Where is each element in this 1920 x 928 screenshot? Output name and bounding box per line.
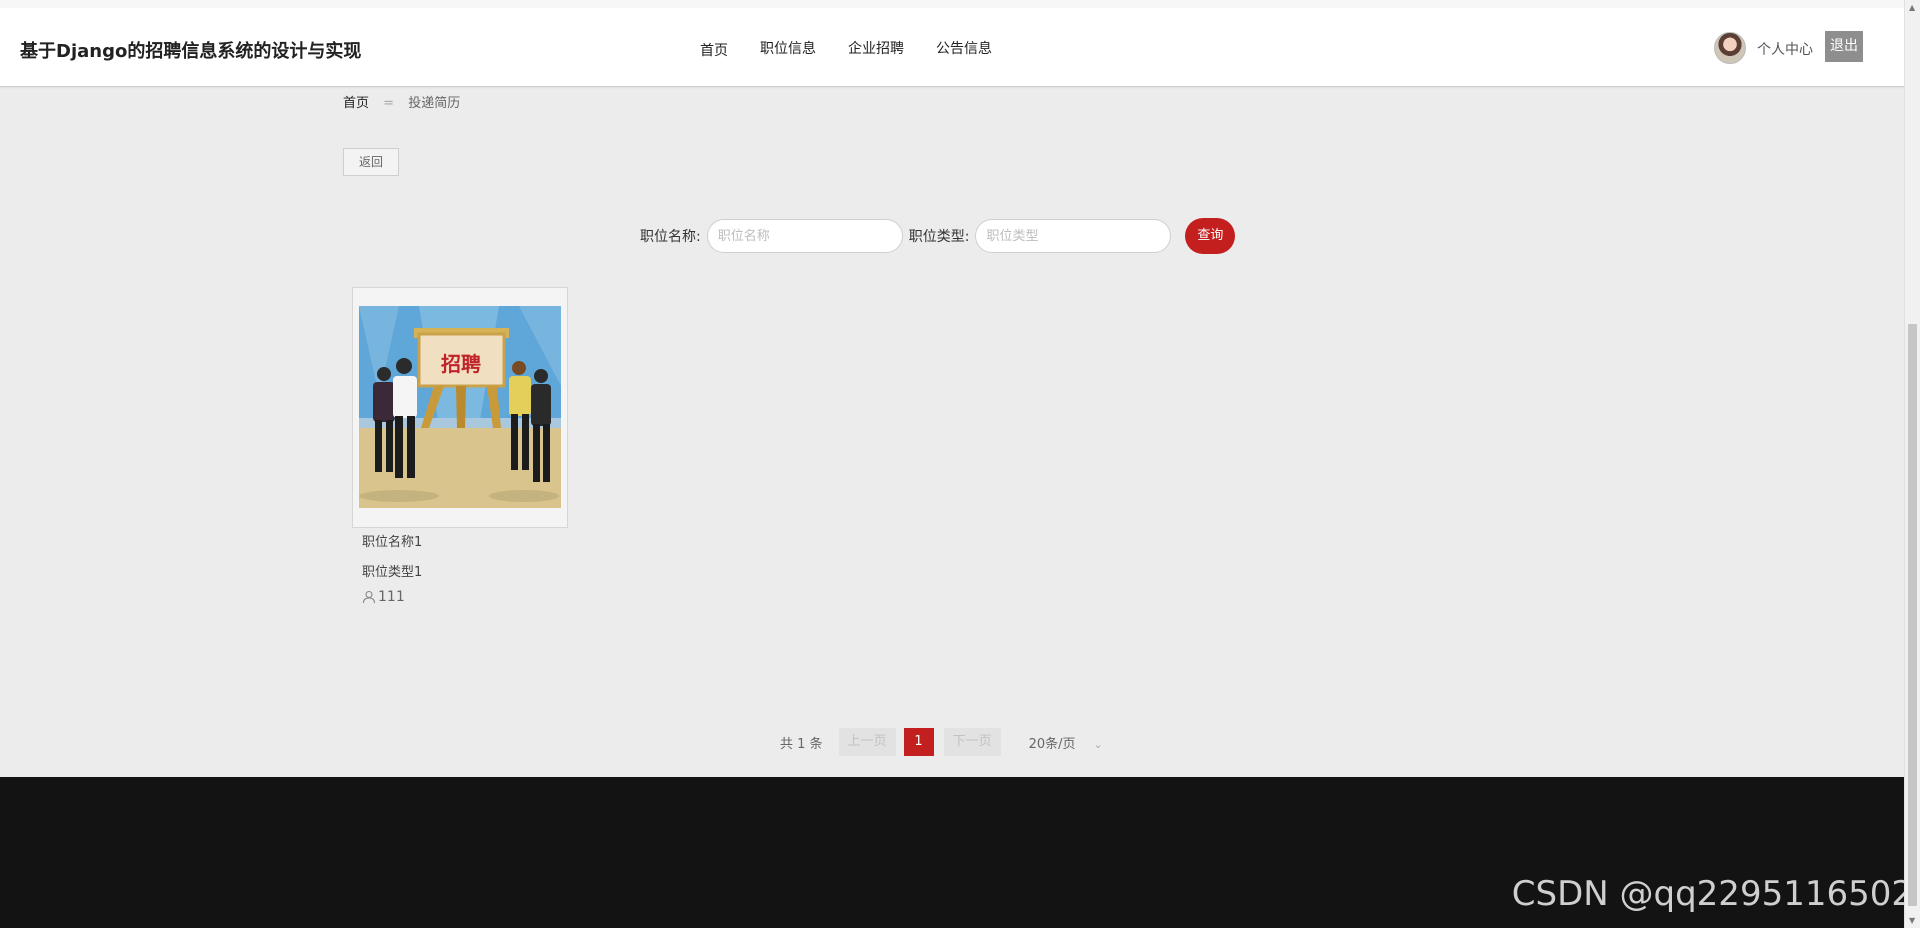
back-button[interactable]: 返回 [343,148,399,176]
scroll-down-arrow-icon[interactable]: ▼ [1909,916,1915,925]
page-size-select[interactable]: 20条/页 ⌄ [1029,733,1103,752]
job-card-image[interactable]: 招聘 [352,287,568,528]
next-page-button[interactable]: 下一页 [943,728,1001,756]
csdn-watermark: CSDN @qq2295116502 [1511,874,1913,914]
sign-text: 招聘 [441,352,481,376]
view-count-value: 111 [378,589,405,605]
chevron-down-icon: ⌄ [1093,737,1103,751]
job-name-text: 职位名称1 [362,535,423,550]
breadcrumb: 首页 = 投递简历 [343,92,460,111]
nav-company-recruit[interactable]: 企业招聘 [848,38,904,60]
nav-job-info[interactable]: 职位信息 [760,38,816,60]
job-type-text: 职位类型1 [362,565,423,580]
recruitment-illustration: 招聘 [359,306,561,508]
site-header: 基于Django的招聘信息系统的设计与实现 首页 职位信息 企业招聘 公告信息 … [0,8,1904,87]
scroll-up-arrow-icon[interactable]: ▲ [1909,3,1915,12]
query-button[interactable]: 查询 [1185,218,1236,254]
breadcrumb-current: 投递简历 [408,96,461,111]
job-card[interactable]: 招聘 职位名称1 职位类型1 111 [352,287,568,605]
avatar[interactable] [1714,32,1746,64]
main-nav: 首页 职位信息 企业招聘 公告信息 [700,38,1024,60]
pagination: 共 1 条 上一页 1 下一页 20条/页 ⌄ [780,728,1103,756]
scrollbar-thumb[interactable] [1908,324,1917,906]
personal-center-link[interactable]: 个人中心 [1757,39,1813,59]
breadcrumb-home[interactable]: 首页 [343,96,369,111]
search-bar: 职位名称: 职位类型: 查询 [640,218,1236,254]
job-name-label: 职位名称: [640,229,701,245]
job-type-label: 职位类型: [908,229,970,245]
job-name-input[interactable] [706,219,903,253]
logout-button[interactable]: 退出 [1825,31,1863,62]
job-type-input[interactable] [975,219,1172,253]
breadcrumb-separator: = [383,96,395,111]
nav-home[interactable]: 首页 [700,40,728,60]
pagination-total: 共 1 条 [780,736,823,752]
site-title: 基于Django的招聘信息系统的设计与实现 [20,41,362,62]
prev-page-button[interactable]: 上一页 [838,728,896,756]
page-1-button[interactable]: 1 [903,728,934,756]
user-icon [362,590,376,604]
view-count: 111 [362,589,405,605]
nav-announcements[interactable]: 公告信息 [936,38,992,60]
page-size-value: 20条/页 [1028,736,1076,752]
vertical-scrollbar[interactable]: ▲ ▼ [1904,0,1920,928]
